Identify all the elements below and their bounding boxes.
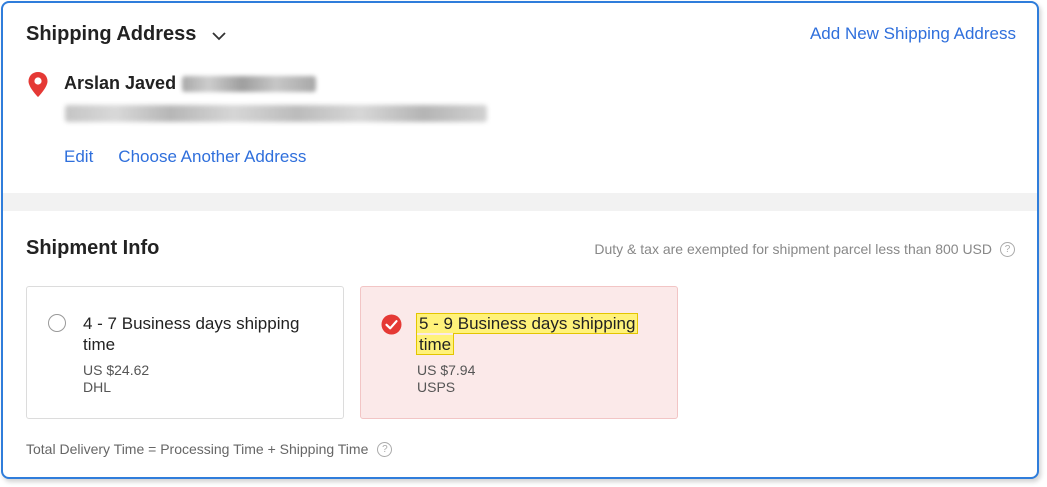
- address-actions: Edit Choose Another Address: [64, 147, 306, 167]
- duty-tax-text: Duty & tax are exempted for shipment par…: [594, 241, 992, 257]
- recipient-name: Arslan Javed: [64, 73, 177, 93]
- shipping-option-carrier: DHL: [83, 379, 112, 395]
- highlighted-option-title: 5 - 9 Business days shipping time: [415, 313, 639, 355]
- help-circle-icon[interactable]: ?: [377, 441, 393, 457]
- total-delivery-note: Total Delivery Time = Processing Time + …: [26, 441, 393, 457]
- shipping-option-dhl[interactable]: 4 - 7 Business days shipping time US $24…: [26, 286, 344, 419]
- address-line-redacted: [65, 105, 487, 122]
- edit-address-link[interactable]: Edit: [64, 147, 93, 167]
- duty-tax-note: Duty & tax are exempted for shipment par…: [594, 241, 1015, 257]
- shipping-option-carrier: USPS: [417, 379, 456, 395]
- check-circle-icon[interactable]: [381, 314, 402, 335]
- shipping-option-usps[interactable]: 5 - 9 Business days shipping time US $7.…: [360, 286, 678, 419]
- shipping-option-title: 4 - 7 Business days shipping time: [83, 314, 300, 354]
- recipient-row: Arslan Javed: [64, 73, 317, 94]
- recipient-phone-redacted: [182, 75, 317, 92]
- checkout-shipping-panel: Shipping Address Add New Shipping Addres…: [1, 1, 1039, 479]
- location-pin-icon: [28, 72, 48, 97]
- radio-unchecked-icon[interactable]: [48, 314, 66, 332]
- shipment-info-title: Shipment Info: [26, 237, 160, 259]
- shipping-option-title: 5 - 9 Business days shipping time: [415, 313, 657, 355]
- add-new-address-link[interactable]: Add New Shipping Address: [810, 24, 1016, 44]
- help-circle-icon[interactable]: ?: [1000, 241, 1015, 257]
- total-delivery-text: Total Delivery Time = Processing Time + …: [26, 441, 369, 457]
- shipping-option-price: US $24.62: [83, 362, 150, 378]
- shipping-address-header[interactable]: Shipping Address: [26, 23, 228, 46]
- shipping-option-price: US $7.94: [417, 362, 476, 378]
- choose-another-address-link[interactable]: Choose Another Address: [118, 147, 306, 167]
- section-divider: [3, 193, 1037, 211]
- chevron-down-icon[interactable]: [210, 27, 228, 45]
- shipping-address-title: Shipping Address: [26, 23, 197, 45]
